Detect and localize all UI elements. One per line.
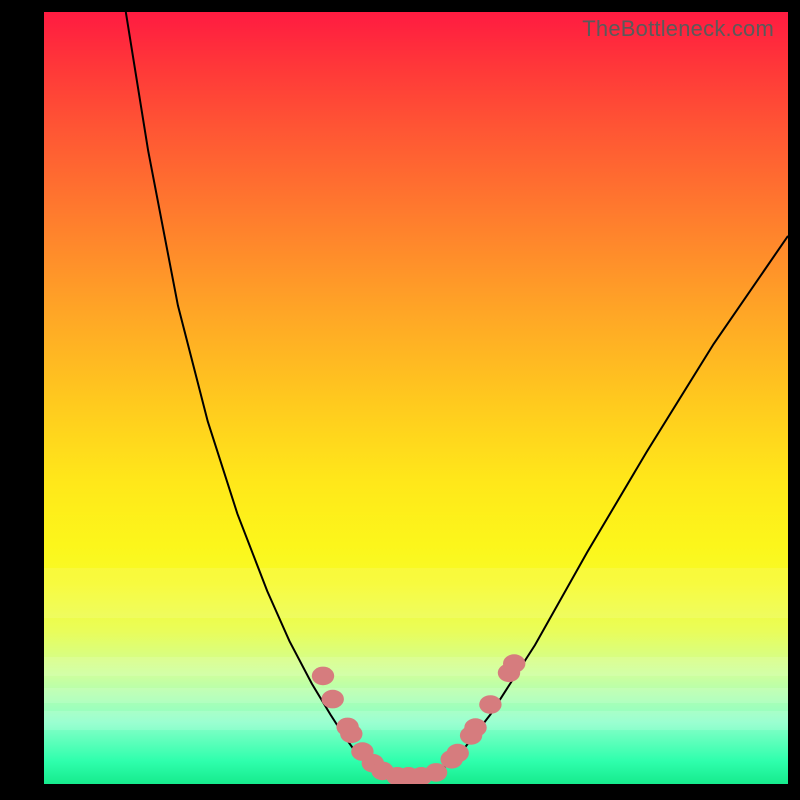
marker-group <box>312 654 526 784</box>
data-marker <box>312 667 334 686</box>
data-marker <box>503 654 525 673</box>
chart-svg <box>44 12 788 784</box>
data-marker <box>447 744 469 763</box>
bottleneck-curve <box>126 12 788 776</box>
chart-frame: TheBottleneck.com <box>0 0 800 800</box>
plot-area: TheBottleneck.com <box>44 12 788 784</box>
data-marker <box>479 695 501 714</box>
data-marker <box>464 718 486 737</box>
data-marker <box>340 725 362 744</box>
data-marker <box>322 690 344 709</box>
